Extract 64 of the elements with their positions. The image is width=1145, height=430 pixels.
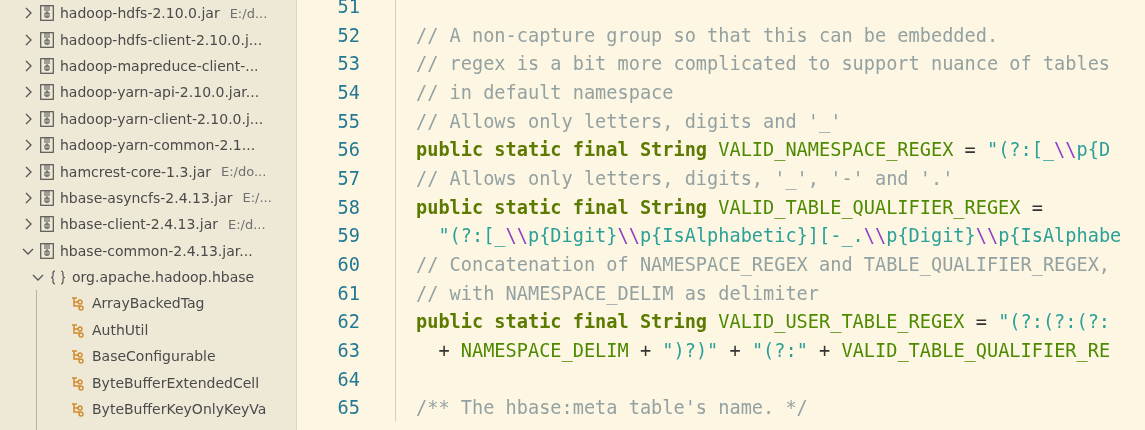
archive-icon	[40, 57, 54, 74]
tree-item[interactable]: ArrayBackedTag	[0, 290, 296, 317]
code-line: + NAMESPACE_DELIM + ")?)" + "(?:" + VALID_TABLE_QUALIFIER_RE	[437, 340, 1111, 362]
archive-icon	[40, 216, 54, 233]
tree-item[interactable]: ByteBufferExtendedCell	[0, 369, 296, 396]
code-line: public static final String VALID_TABLE_QUALIFIER_REGEX =	[416, 196, 1043, 218]
class-icon	[70, 348, 86, 365]
code-line: /** The hbase:meta table's name. */	[416, 397, 808, 419]
line-number: 56	[336, 139, 360, 161]
line-number: 63	[336, 340, 360, 362]
tree-item[interactable]: BaseConfigurable	[0, 343, 296, 370]
code-line: // Allows only letters, digits and '_'	[416, 110, 842, 132]
archive-icon	[40, 84, 54, 101]
class-icon	[70, 374, 86, 391]
line-number: 61	[336, 282, 360, 304]
line-number: 54	[336, 81, 360, 103]
item-path: E:/do...	[221, 164, 267, 180]
line-number: 51	[336, 0, 360, 17]
tree-item[interactable]: hbase-client-2.4.13.jar E:/d...	[0, 211, 296, 238]
code-line: // A non-capture group so that this can be embedded.	[416, 24, 999, 46]
line-number: 52	[336, 24, 360, 46]
tree-item[interactable]: AuthUtil	[0, 316, 296, 344]
code-line: "(?:[_\\p{Digit}\\p{IsAlphabetic}][-_.\\p{Digit}\\p{IsAlphabe	[437, 225, 1122, 247]
tree-item[interactable]: hamcrest-core-1.3.jar E:/do...	[0, 158, 296, 185]
class-icon	[70, 401, 86, 418]
class-icon	[70, 321, 86, 338]
class-icon	[70, 295, 86, 312]
item-path: E:/...	[242, 190, 272, 206]
tree-item[interactable]: hadoop-mapreduce-client-...	[0, 52, 296, 80]
line-number: 59	[336, 225, 360, 247]
code-line: // Allows only letters, digits, '_', '-' and '.'	[416, 167, 954, 189]
item-path: E:/d...	[228, 216, 266, 232]
code-line: // regex is a bit more complicated to support nuance of tables	[416, 53, 1111, 75]
code-line: public static final String VALID_NAMESPACE_REGEX = "(?:[_\\p{D	[416, 139, 1111, 161]
archive-icon	[40, 189, 54, 206]
line-number: 60	[336, 254, 360, 276]
item-path: E:/d...	[229, 5, 268, 21]
tree-item[interactable]: hadoop-hdfs-2.10.0.jar E:/d...	[0, 0, 296, 27]
tree-item[interactable]: hbase-common-2.4.13.jar...	[0, 237, 296, 264]
archive-icon	[40, 137, 54, 154]
line-number: 55	[336, 110, 360, 132]
line-number: 64	[336, 368, 360, 390]
braces-icon	[50, 269, 66, 285]
archive-icon	[40, 5, 54, 22]
line-number: 53	[336, 53, 360, 75]
tree-item[interactable]: ByteBufferKeyOnlyKeyVa	[0, 395, 296, 423]
tree-item[interactable]: hadoop-yarn-common-2.1...	[0, 131, 296, 159]
line-number: 62	[336, 311, 360, 333]
tree-item[interactable]: hadoop-yarn-client-2.10.0.j...	[0, 105, 296, 132]
line-number: 58	[336, 196, 360, 218]
archive-icon	[40, 242, 54, 259]
tree-item[interactable]: hadoop-hdfs-client-2.10.0.j...	[0, 26, 296, 53]
code-line: // with NAMESPACE_DELIM as delimiter	[416, 282, 819, 304]
line-number: 57	[336, 167, 360, 189]
tree-item[interactable]: hadoop-yarn-api-2.10.0.jar...	[0, 79, 296, 106]
tree-item[interactable]: hbase-asyncfs-2.4.13.jar E:/...	[0, 184, 296, 212]
archive-icon	[40, 163, 54, 180]
tree-item[interactable]: org.apache.hadoop.hbase	[0, 263, 296, 291]
code-line: public static final String VALID_USER_TABLE_REGEX = "(?:(?:(?:	[416, 311, 1111, 333]
code-line: // in default namespace	[416, 81, 674, 103]
code-line: // Concatenation of NAMESPACE_REGEX and TABLE_QUALIFIER_REGEX,	[416, 254, 1111, 276]
line-number: 65	[336, 397, 360, 419]
archive-icon	[40, 110, 54, 127]
archive-icon	[40, 31, 54, 48]
